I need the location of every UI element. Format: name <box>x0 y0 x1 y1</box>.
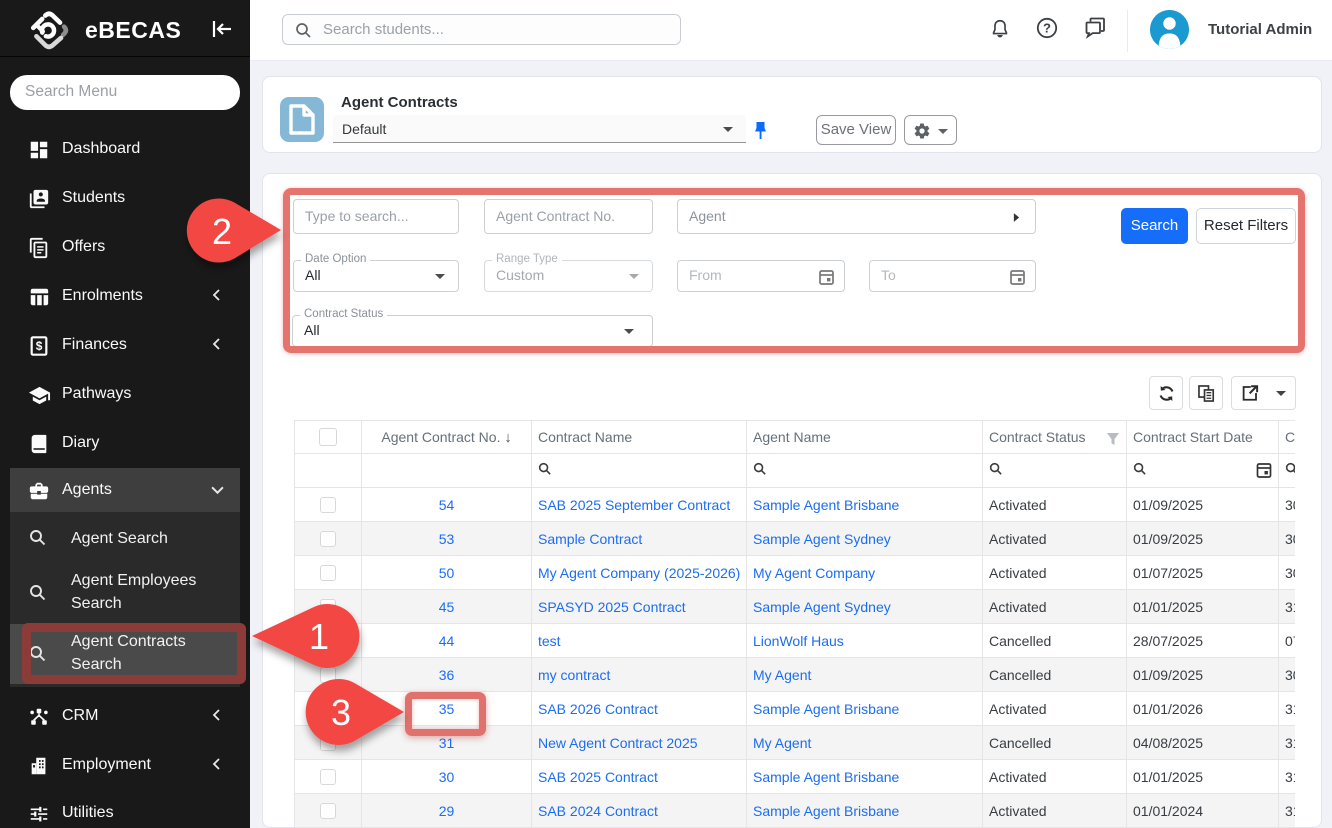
svg-text:?: ? <box>1043 21 1051 36</box>
svg-text:$: $ <box>36 339 43 353</box>
